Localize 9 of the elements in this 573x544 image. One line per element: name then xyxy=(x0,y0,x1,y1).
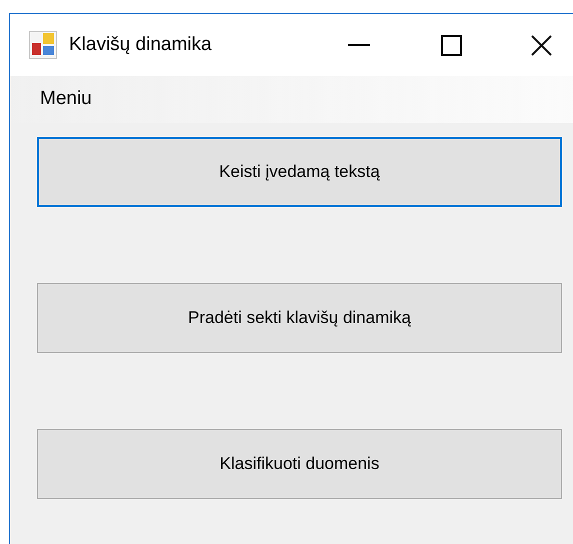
minimize-icon xyxy=(348,44,370,46)
action-button[interactable]: Keisti įvedamą tekstą xyxy=(37,137,562,207)
action-button[interactable]: Klasifikuoti duomenis xyxy=(37,429,562,499)
app-icon xyxy=(29,31,57,59)
menu-item[interactable]: Meniu xyxy=(40,85,92,114)
close-icon xyxy=(530,34,552,56)
maximize-icon xyxy=(440,34,462,56)
window-title: Klavišų dinamika xyxy=(69,32,212,57)
action-button[interactable]: Pradėti sekti klavišų dinamiką xyxy=(37,283,562,353)
